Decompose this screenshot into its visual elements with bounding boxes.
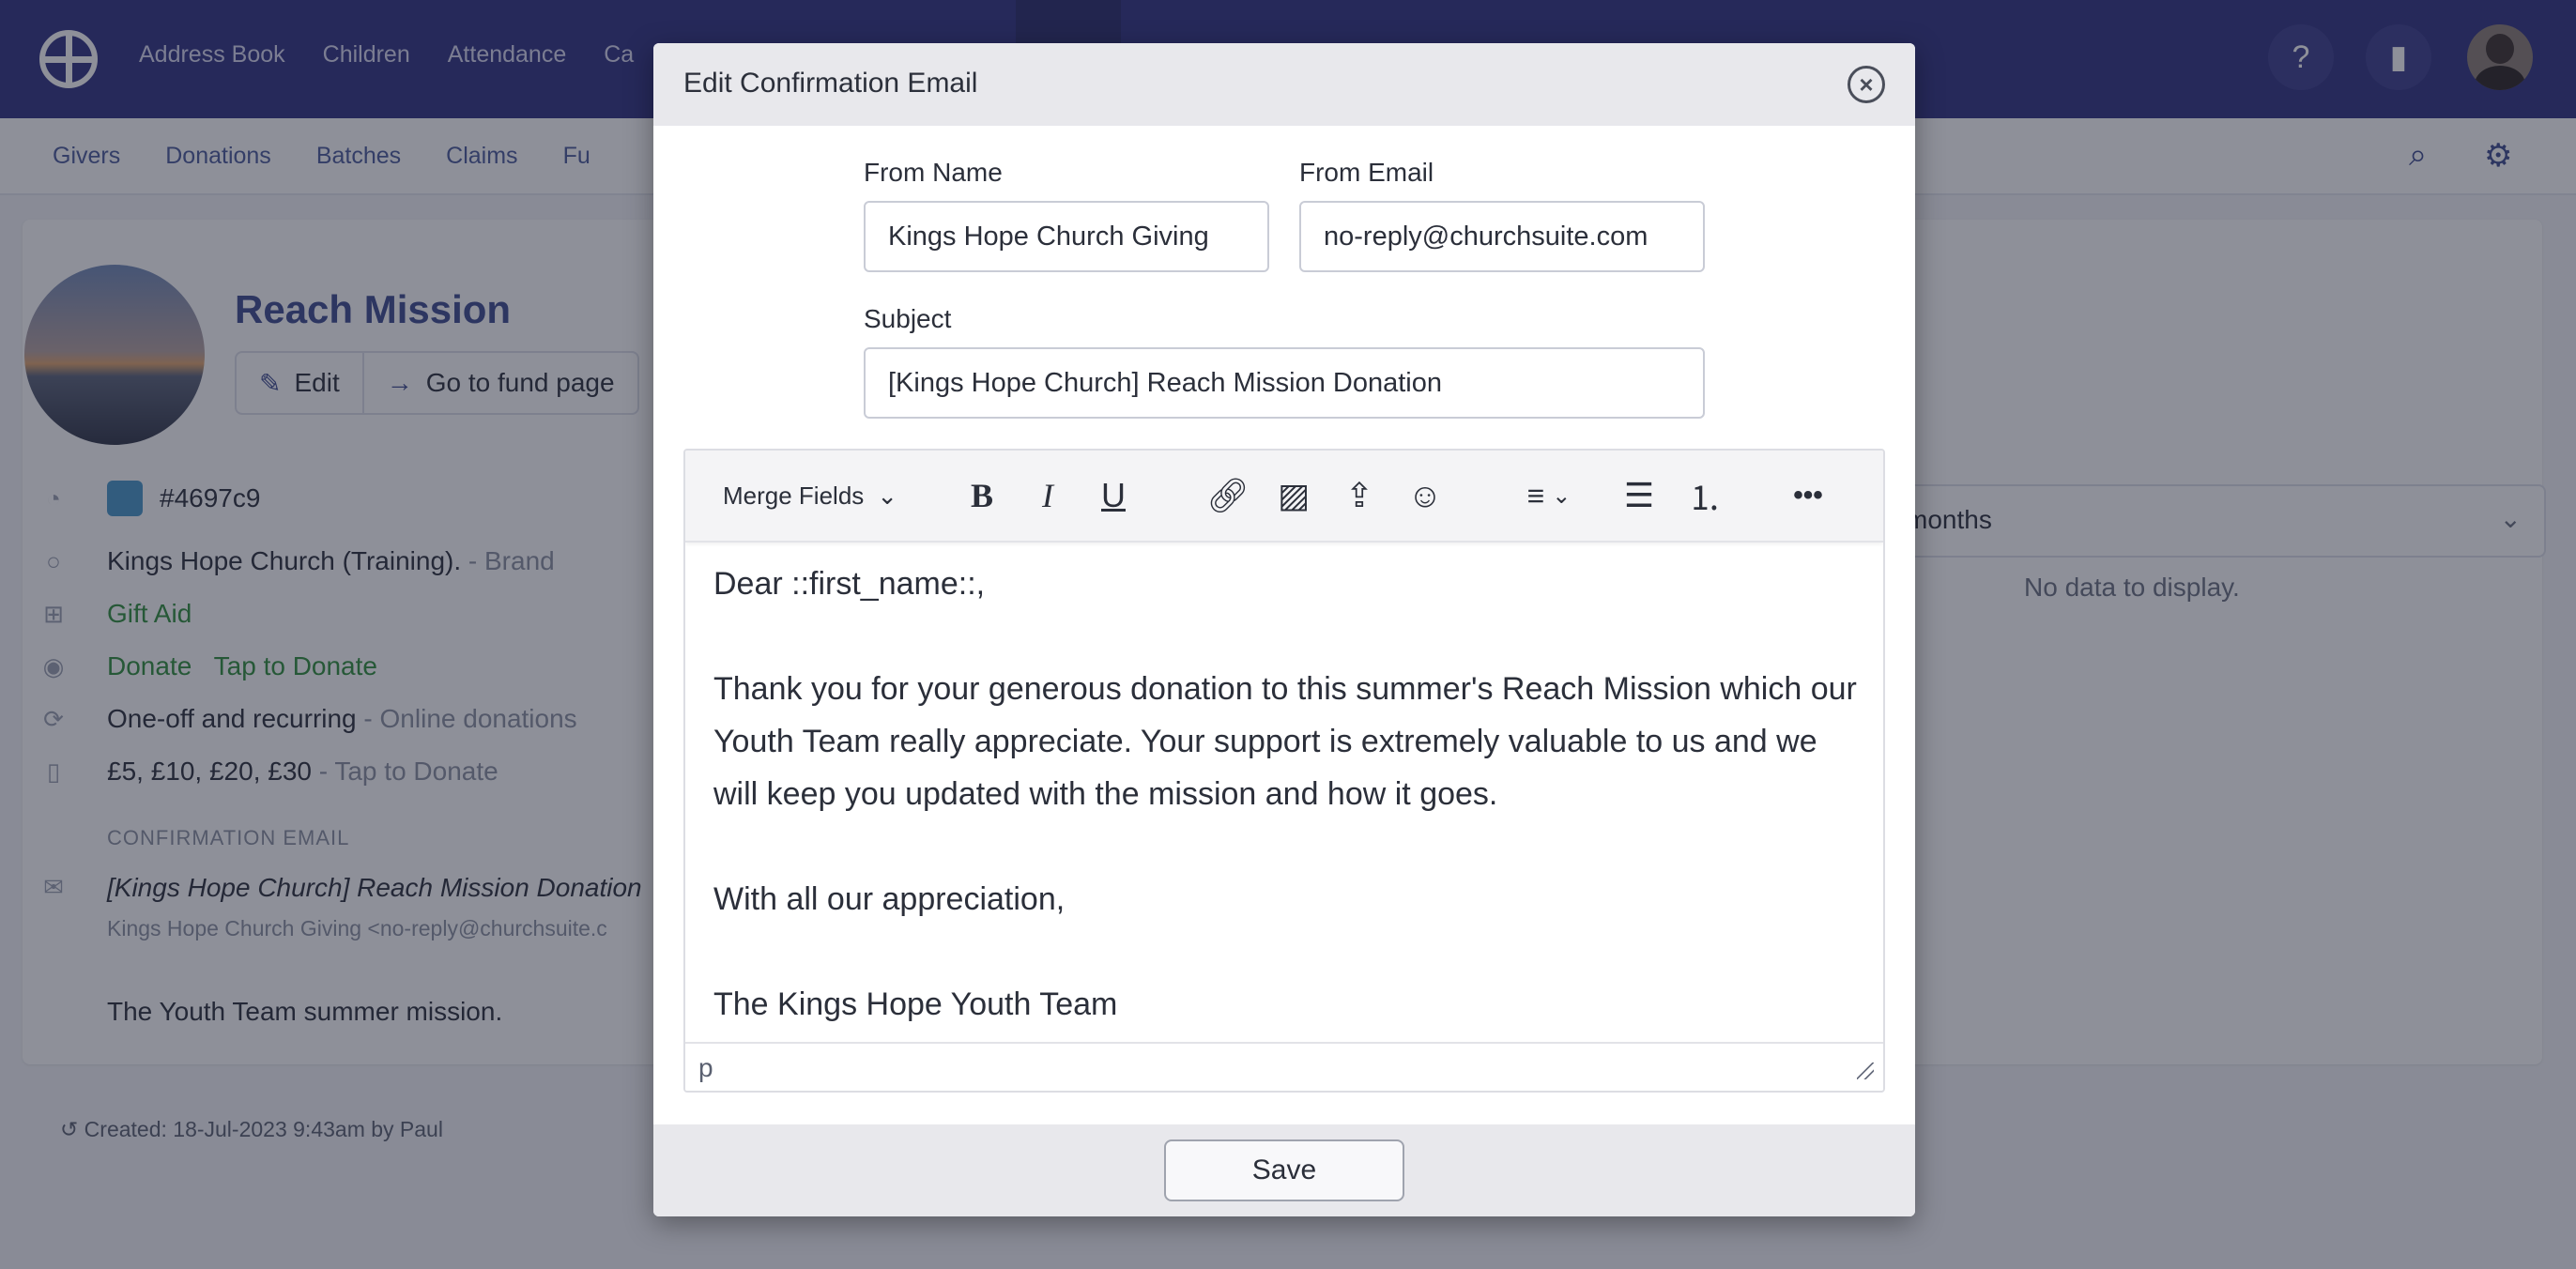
- from-name-label: From Name: [864, 158, 1003, 187]
- emoji-icon[interactable]: ☺: [1401, 473, 1449, 518]
- email-signature: The Kings Hope Youth Team: [713, 986, 1118, 1022]
- from-email-label: From Email: [1299, 158, 1434, 187]
- more-icon[interactable]: •••: [1784, 473, 1832, 518]
- modal-title: Edit Confirmation Email: [683, 68, 978, 99]
- link-icon[interactable]: 🔗︎: [1204, 473, 1252, 518]
- bold-icon[interactable]: B: [958, 473, 1006, 518]
- close-icon[interactable]: ×: [1848, 66, 1885, 103]
- italic-icon[interactable]: I: [1023, 473, 1072, 518]
- align-dropdown[interactable]: ≡ ⌄: [1511, 473, 1587, 518]
- from-email-input[interactable]: no-reply@churchsuite.com: [1299, 201, 1705, 272]
- bullet-list-icon[interactable]: ☰: [1615, 473, 1664, 518]
- email-paragraph: Thank you for your generous donation to …: [713, 671, 1857, 812]
- merge-fields-dropdown[interactable]: Merge Fields ⌄: [723, 473, 897, 518]
- resize-handle-icon[interactable]: [1857, 1063, 1874, 1079]
- subject-input[interactable]: [Kings Hope Church] Reach Mission Donati…: [864, 347, 1705, 419]
- email-greeting: Dear ::first_name::,: [713, 566, 986, 602]
- editor-statusbar: p: [685, 1042, 1883, 1091]
- upload-icon[interactable]: ⇪: [1335, 473, 1384, 518]
- merge-fields-label: Merge Fields: [723, 481, 865, 510]
- image-icon[interactable]: ▨: [1269, 473, 1318, 518]
- chevron-down-icon: ⌄: [1552, 482, 1572, 509]
- modal-footer: Save: [653, 1124, 1915, 1216]
- subject-label: Subject: [864, 304, 952, 333]
- rich-text-editor: Merge Fields ⌄ B I U 🔗︎ ▨ ⇪ ☺ ≡ ⌄ ☰ ⒈ ••…: [683, 449, 1885, 1093]
- align-left-icon: ≡: [1526, 478, 1545, 512]
- element-path[interactable]: p: [698, 1053, 713, 1083]
- underline-icon[interactable]: U: [1089, 473, 1138, 518]
- save-button[interactable]: Save: [1164, 1139, 1404, 1201]
- chevron-down-icon: ⌄: [877, 481, 898, 510]
- modal-header: Edit Confirmation Email ×: [653, 43, 1915, 126]
- from-name-input[interactable]: Kings Hope Church Giving: [864, 201, 1269, 272]
- edit-confirmation-email-modal: Edit Confirmation Email × From Name King…: [653, 43, 1915, 1216]
- editor-toolbar: Merge Fields ⌄ B I U 🔗︎ ▨ ⇪ ☺ ≡ ⌄ ☰ ⒈ ••…: [685, 451, 1883, 543]
- email-closing: With all our appreciation,: [713, 881, 1066, 917]
- numbered-list-icon[interactable]: ⒈: [1680, 473, 1729, 518]
- editor-content[interactable]: Dear ::first_name::, Thank you for your …: [713, 558, 1859, 1031]
